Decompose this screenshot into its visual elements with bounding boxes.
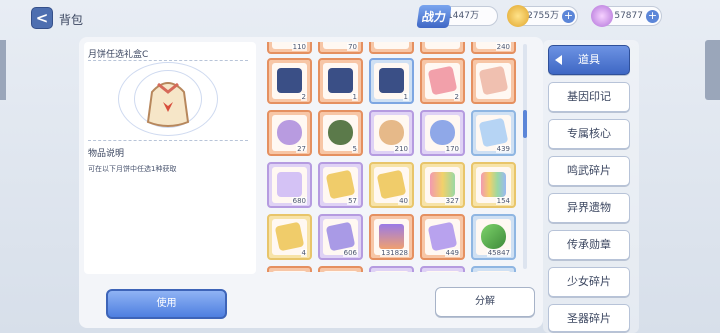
power-label: 战力: [416, 5, 452, 28]
item-slot[interactable]: 4: [267, 214, 312, 260]
treasure-box-icon: [277, 68, 302, 93]
item-slot[interactable]: [471, 266, 516, 272]
item-slot[interactable]: [267, 266, 312, 272]
item-slot[interactable]: 240: [471, 42, 516, 54]
decompose-button[interactable]: 分解: [435, 287, 535, 317]
card-icon: [481, 172, 506, 197]
item-slot[interactable]: 70: [318, 42, 363, 54]
use-button[interactable]: 使用: [106, 289, 227, 319]
item-slot[interactable]: 606: [318, 214, 363, 260]
card-icon: [427, 221, 458, 252]
item-slot[interactable]: [369, 42, 414, 54]
coin-icon: [507, 5, 529, 27]
item-slot[interactable]: 680: [267, 162, 312, 208]
back-button[interactable]: <: [31, 7, 53, 29]
gem-value: 57877: [614, 11, 643, 21]
item-grid: 110 70 240 2 1 1 2 27 5 210 170 439 680: [261, 42, 519, 272]
card-icon: [274, 221, 305, 252]
item-slot[interactable]: 5: [318, 110, 363, 156]
item-slot[interactable]: 449: [420, 214, 465, 260]
item-slot[interactable]: 1: [318, 58, 363, 104]
coin-display: 242755万 +: [507, 5, 578, 27]
card-icon: [430, 172, 455, 197]
ticket-icon: [478, 117, 509, 148]
item-slot[interactable]: [369, 266, 414, 272]
crystal-icon: [379, 224, 404, 249]
battery-icon: [481, 224, 506, 249]
gem-add-button[interactable]: +: [646, 10, 659, 23]
treasure-box-icon: [379, 68, 404, 93]
item-slot[interactable]: 2: [420, 58, 465, 104]
item-slot[interactable]: 170: [420, 110, 465, 156]
card-icon: [376, 169, 407, 200]
item-slot[interactable]: 57: [318, 162, 363, 208]
tab-gene-marks[interactable]: 基因印记: [548, 82, 630, 112]
card-icon: [325, 221, 356, 252]
ticket-icon: [427, 65, 458, 96]
treasure-box-icon: [328, 68, 353, 93]
ticket-icon: [277, 172, 302, 197]
drone-icon: [430, 120, 455, 145]
description-text: 可在以下月饼中任选1种获取: [88, 165, 177, 173]
tab-medals[interactable]: 传承勋章: [548, 230, 630, 260]
divider: [88, 140, 248, 141]
right-edge: [705, 40, 720, 100]
grid-scrollbar-track[interactable]: [523, 44, 527, 269]
item-slot[interactable]: 2: [267, 58, 312, 104]
tab-relics[interactable]: 异界遗物: [548, 193, 630, 223]
ticket-icon: [478, 65, 509, 96]
gem-icon: [591, 5, 613, 27]
item-slot[interactable]: 45847: [471, 214, 516, 260]
item-slot[interactable]: 327: [420, 162, 465, 208]
drone-icon: [379, 120, 404, 145]
item-slot[interactable]: [318, 266, 363, 272]
page-title: 背包: [59, 13, 84, 27]
item-slot-selected[interactable]: 1: [369, 58, 414, 104]
item-slot[interactable]: 439: [471, 110, 516, 156]
cauldron-icon: [328, 120, 353, 145]
item-slot[interactable]: [420, 266, 465, 272]
grid-scrollbar-thumb[interactable]: [523, 110, 527, 138]
item-slot[interactable]: [420, 42, 465, 54]
potion-icon: [277, 120, 302, 145]
tab-artifact-shards[interactable]: 圣器碎片: [548, 304, 630, 332]
item-slot[interactable]: 154: [471, 162, 516, 208]
description-title: 物品说明: [88, 149, 125, 159]
item-name: 月饼任选礼盒C: [88, 50, 149, 60]
item-slot[interactable]: [471, 58, 516, 104]
item-slot[interactable]: 131828: [369, 214, 414, 260]
coin-add-button[interactable]: +: [562, 10, 575, 23]
gift-bag-icon: [118, 64, 218, 134]
card-icon: [325, 169, 356, 200]
item-slot[interactable]: 40: [369, 162, 414, 208]
item-slot[interactable]: 27: [267, 110, 312, 156]
tab-exclusive-cores[interactable]: 专属核心: [548, 119, 630, 149]
tab-weapon-shards[interactable]: 鸣武碎片: [548, 156, 630, 186]
item-slot[interactable]: 210: [369, 110, 414, 156]
tab-items[interactable]: 道具: [548, 45, 630, 75]
divider: [88, 60, 248, 61]
item-slot[interactable]: 110: [267, 42, 312, 54]
tab-girl-shards[interactable]: 少女碎片: [548, 267, 630, 297]
left-edge: [0, 40, 6, 100]
gem-display: 57877 +: [591, 5, 662, 27]
